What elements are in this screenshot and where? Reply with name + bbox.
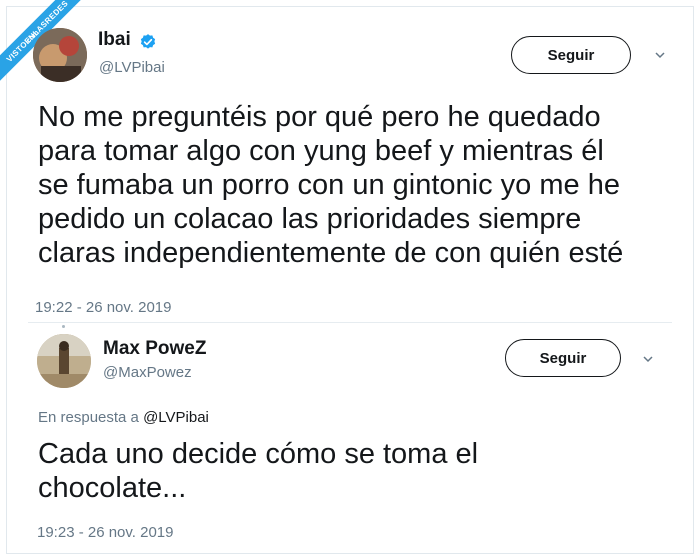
author-handle[interactable]: @MaxPowez <box>103 364 192 381</box>
reply-prefix: En respuesta a <box>38 409 139 426</box>
tweet-line: No me preguntéis por qué pero he quedado <box>38 101 601 133</box>
avatar[interactable] <box>33 28 87 82</box>
divider <box>28 322 672 323</box>
tweet-text: No me preguntéis por qué pero he quedado… <box>38 100 623 270</box>
chevron-down-icon[interactable] <box>655 50 665 60</box>
tweet-timestamp[interactable]: 19:23 - 26 nov. 2019 <box>37 524 174 541</box>
tweet-line: se fumaba un porro con un gintonic yo me… <box>38 169 620 201</box>
tweet-line: chocolate... <box>38 472 187 504</box>
tweet-timestamp[interactable]: 19:22 - 26 nov. 2019 <box>35 299 172 316</box>
follow-button[interactable]: Seguir <box>505 339 621 377</box>
tweet-line: Cada uno decide cómo se toma el <box>38 438 479 470</box>
reply-tweet-text: Cada uno decide cómo se toma el chocolat… <box>38 437 478 505</box>
reply-mention-link[interactable]: @LVPibai <box>143 409 209 426</box>
verified-badge-icon <box>140 34 156 49</box>
author-name[interactable]: Ibai <box>98 29 131 51</box>
follow-button[interactable]: Seguir <box>511 36 631 74</box>
reply-context: En respuesta a @LVPibai <box>38 409 209 426</box>
tweet-line: pedido un colacao las prioridades siempr… <box>38 203 582 235</box>
chevron-down-icon[interactable] <box>643 354 653 364</box>
thread-dot <box>62 325 65 328</box>
author-handle[interactable]: @LVPibai <box>99 59 165 76</box>
author-name[interactable]: Max PoweZ <box>103 338 206 360</box>
tweet-line: claras independientemente de con quién e… <box>38 237 624 269</box>
avatar[interactable] <box>37 334 91 388</box>
tweet-line: para tomar algo con yung beef y mientras… <box>38 135 604 167</box>
